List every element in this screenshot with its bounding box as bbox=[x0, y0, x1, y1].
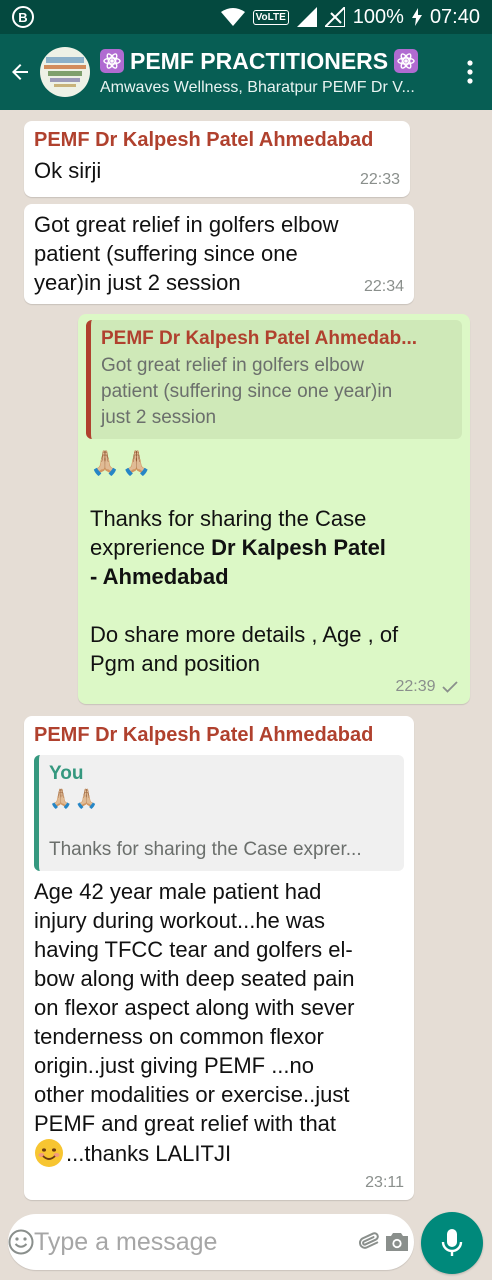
quoted-text-line: patient (suffering since one year)in bbox=[101, 381, 393, 402]
menu-dots-icon bbox=[467, 60, 473, 84]
message-text: Ok sirji bbox=[34, 158, 102, 183]
message-text-line: other modalities or exercise..just bbox=[34, 1082, 350, 1107]
camera-icon bbox=[386, 1233, 408, 1251]
signal-icon bbox=[296, 7, 317, 27]
atom-icon bbox=[394, 49, 419, 73]
chat-header: PEMF PRACTITIONERS Amwaves Wellness, Bha… bbox=[0, 34, 492, 110]
emoji-icon bbox=[8, 1229, 34, 1255]
message-text-line: patient (suffering since one bbox=[34, 241, 298, 266]
quoted-sender: PEMF Dr Kalpesh Patel Ahmedab... bbox=[101, 328, 418, 349]
folded-hands-emoji: 🙏🏼🙏🏼 bbox=[49, 789, 101, 810]
message-text-line: Thanks for sharing the Case bbox=[90, 506, 367, 531]
message-time: 22:34 bbox=[363, 278, 404, 295]
status-bar: B VoLTE 100% 07:40 bbox=[0, 0, 492, 34]
composer-bar bbox=[8, 1214, 414, 1270]
camera-button[interactable] bbox=[384, 1230, 410, 1254]
clock: 07:40 bbox=[429, 5, 480, 28]
outgoing-message-bubble[interactable]: PEMF Dr Kalpesh Patel Ahmedab... Got gre… bbox=[78, 314, 470, 704]
chat-area[interactable]: PEMF Dr Kalpesh Patel Ahmedabad Ok sirji… bbox=[0, 110, 492, 1210]
group-participants: Amwaves Wellness, Bharatpur PEMF Dr V... bbox=[100, 78, 415, 96]
group-title-row: PEMF PRACTITIONERS bbox=[100, 48, 448, 75]
signal-no-data-icon bbox=[324, 7, 345, 27]
message-text-line: bow along with deep seated pain bbox=[34, 966, 355, 991]
read-check-icon bbox=[442, 681, 458, 693]
back-button[interactable] bbox=[0, 34, 40, 110]
message-text-line: Got great relief in golfers elbow bbox=[34, 212, 339, 237]
voice-record-button[interactable] bbox=[421, 1212, 483, 1274]
quoted-sender: You bbox=[49, 763, 84, 784]
quoted-message[interactable]: You 🙏🏼🙏🏼 Thanks for sharing the Case exp… bbox=[34, 755, 404, 871]
volte-label: VoLTE bbox=[252, 9, 289, 25]
header-text[interactable]: PEMF PRACTITIONERS Amwaves Wellness, Bha… bbox=[100, 48, 448, 97]
folded-hands-emoji: 🙏🏼🙏🏼 bbox=[90, 450, 154, 477]
message-text-line: origin..just giving PEMF ...no bbox=[34, 1053, 315, 1078]
overflow-menu-button[interactable] bbox=[448, 34, 492, 110]
message-text-fragment: ...thanks LALITJI bbox=[66, 1140, 232, 1166]
message-text-line: Do share more details , Age , of bbox=[90, 622, 399, 647]
message-text-line: - Ahmedabad bbox=[90, 562, 458, 591]
message-text-line: ...thanks LALITJI bbox=[34, 1138, 404, 1168]
message-input[interactable] bbox=[34, 1227, 356, 1257]
message-time: 23:11 bbox=[365, 1174, 404, 1191]
quoted-message[interactable]: PEMF Dr Kalpesh Patel Ahmedab... Got gre… bbox=[86, 320, 462, 439]
message-time-row: 22:39 bbox=[396, 678, 459, 696]
emoji-button[interactable] bbox=[8, 1229, 34, 1255]
sender-name: PEMF Dr Kalpesh Patel Ahmedabad bbox=[34, 724, 374, 746]
wifi-icon bbox=[220, 8, 245, 26]
attach-icon bbox=[358, 1232, 379, 1249]
message-text-line: having TFCC tear and golfers el- bbox=[34, 937, 353, 962]
mentioned-city: - Ahmedabad bbox=[90, 564, 229, 589]
quoted-text: Thanks for sharing the Case exprer... bbox=[49, 839, 362, 860]
back-arrow-icon bbox=[12, 64, 28, 80]
atom-icon bbox=[100, 49, 124, 73]
sender-name: PEMF Dr Kalpesh Patel Ahmedabad bbox=[34, 129, 374, 151]
smiling-face-emoji-icon bbox=[35, 1139, 63, 1167]
message-text-line: Pgm and position bbox=[90, 651, 260, 676]
message-text-fragment: exprerience bbox=[90, 535, 212, 560]
message-bubble[interactable]: PEMF Dr Kalpesh Patel Ahmedabad Ok sirji… bbox=[24, 121, 410, 197]
message-bubble[interactable]: PEMF Dr Kalpesh Patel Ahmedabad You 🙏🏼🙏🏼… bbox=[24, 716, 414, 1200]
message-bubble[interactable]: Got great relief in golfers elbow patien… bbox=[24, 204, 414, 304]
mic-icon bbox=[441, 1229, 463, 1256]
message-text-line: Age 42 year male patient had bbox=[34, 879, 322, 904]
message-time: 22:39 bbox=[395, 678, 436, 695]
message-text-line: exprerience Dr Kalpesh Patel bbox=[90, 533, 458, 562]
message-time: 22:33 bbox=[359, 171, 400, 188]
message-text-line: injury during workout...he was bbox=[34, 908, 326, 933]
quoted-text-line: just 2 session bbox=[101, 407, 217, 428]
group-title: PEMF PRACTITIONERS bbox=[130, 47, 389, 74]
message-text-line: on flexor aspect along with sever bbox=[34, 995, 355, 1020]
group-avatar[interactable] bbox=[40, 47, 90, 97]
notification-badge-icon: B bbox=[12, 6, 34, 28]
quoted-text-line: Got great relief in golfers elbow bbox=[101, 355, 364, 376]
message-text-line: tenderness on common flexor bbox=[34, 1024, 324, 1049]
battery-percent: 100% bbox=[352, 5, 404, 28]
message-text-line: PEMF and great relief with that bbox=[34, 1111, 337, 1136]
message-text-line: year)in just 2 session bbox=[34, 270, 241, 295]
mentioned-name: Dr Kalpesh Patel bbox=[211, 535, 386, 560]
attach-button[interactable] bbox=[356, 1228, 384, 1256]
charging-icon bbox=[411, 8, 422, 26]
